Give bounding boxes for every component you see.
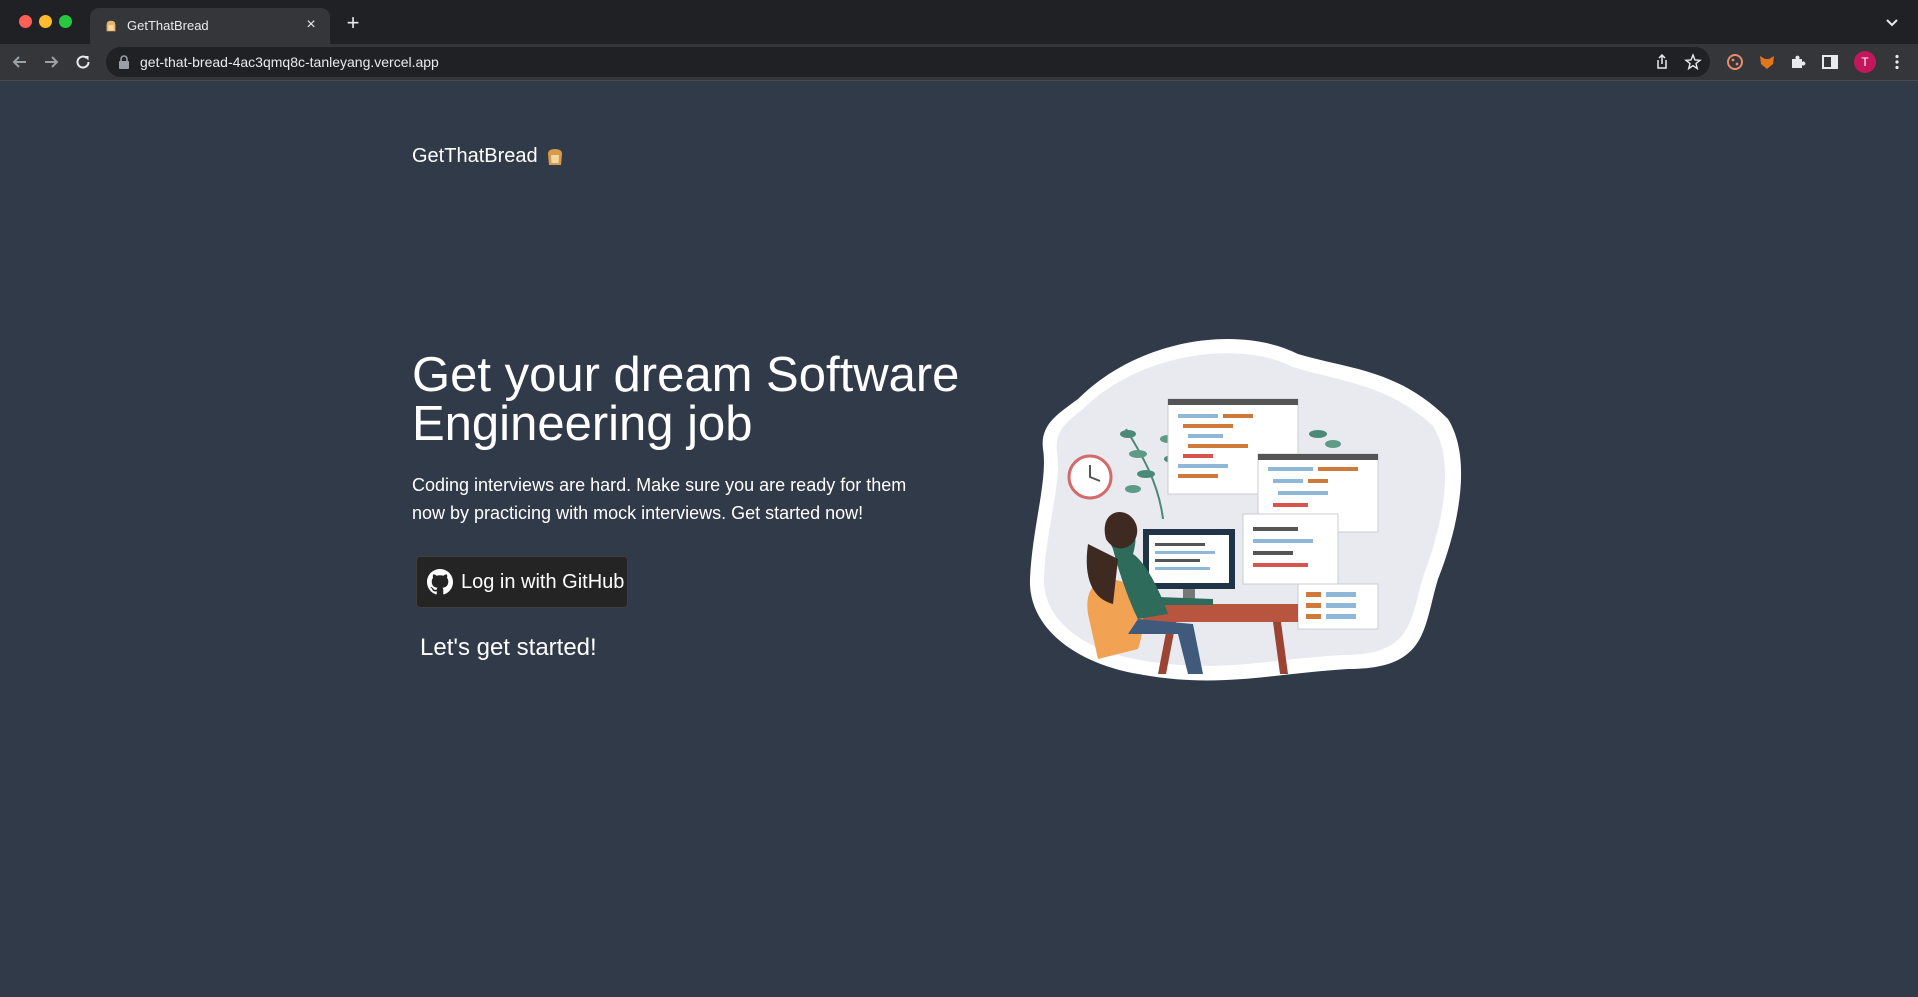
- browser-toolbar: get-that-bread-4ac3qmq8c-tanleyang.verce…: [0, 44, 1918, 80]
- cookie-extension-icon[interactable]: [1726, 53, 1744, 71]
- star-icon[interactable]: [1684, 53, 1702, 71]
- puzzle-icon[interactable]: [1789, 53, 1807, 71]
- maximize-window-button[interactable]: [59, 15, 72, 28]
- get-started-link[interactable]: Let's get started!: [420, 634, 597, 662]
- kebab-menu-icon[interactable]: [1888, 53, 1906, 71]
- chevron-down-icon[interactable]: [1882, 12, 1902, 32]
- lock-icon[interactable]: [118, 55, 130, 69]
- close-tab-icon[interactable]: ×: [302, 16, 320, 34]
- developer-illustration: [1029, 339, 1462, 681]
- clock: [1067, 454, 1113, 500]
- page-content: GetThatBread Get your dream Software Eng…: [0, 81, 1918, 997]
- reload-icon[interactable]: [73, 52, 93, 72]
- github-login-label: Log in with GitHub: [461, 570, 625, 593]
- github-icon: [427, 569, 453, 595]
- hero-subtitle: Coding interviews are hard. Make sure yo…: [412, 475, 907, 523]
- share-icon[interactable]: [1653, 53, 1671, 71]
- browser-tab-bar: GetThatBread × +: [0, 0, 1918, 44]
- sidebar-icon[interactable]: [1821, 53, 1839, 71]
- bread-icon: [106, 20, 116, 32]
- brand-logo[interactable]: GetThatBread: [412, 145, 566, 168]
- forward-icon[interactable]: [41, 52, 61, 72]
- address-bar[interactable]: get-that-bread-4ac3qmq8c-tanleyang.verce…: [106, 47, 1710, 77]
- url-text: get-that-bread-4ac3qmq8c-tanleyang.verce…: [140, 54, 439, 70]
- code-window-4: [1297, 583, 1379, 630]
- fox-extension-icon[interactable]: [1758, 53, 1776, 71]
- browser-tab[interactable]: GetThatBread ×: [90, 8, 330, 44]
- minimize-window-button[interactable]: [39, 15, 52, 28]
- avatar[interactable]: T: [1854, 51, 1876, 73]
- new-tab-icon[interactable]: +: [342, 12, 364, 34]
- close-window-button[interactable]: [19, 15, 32, 28]
- back-icon[interactable]: [10, 52, 30, 72]
- bread-icon: [547, 148, 562, 165]
- code-window-3: [1242, 513, 1339, 585]
- hero-title: Get your dream Software Engineering job: [412, 348, 960, 451]
- brand-name: GetThatBread: [412, 145, 538, 167]
- github-login-button[interactable]: Log in with GitHub: [416, 556, 628, 608]
- tab-title: GetThatBread: [127, 18, 209, 33]
